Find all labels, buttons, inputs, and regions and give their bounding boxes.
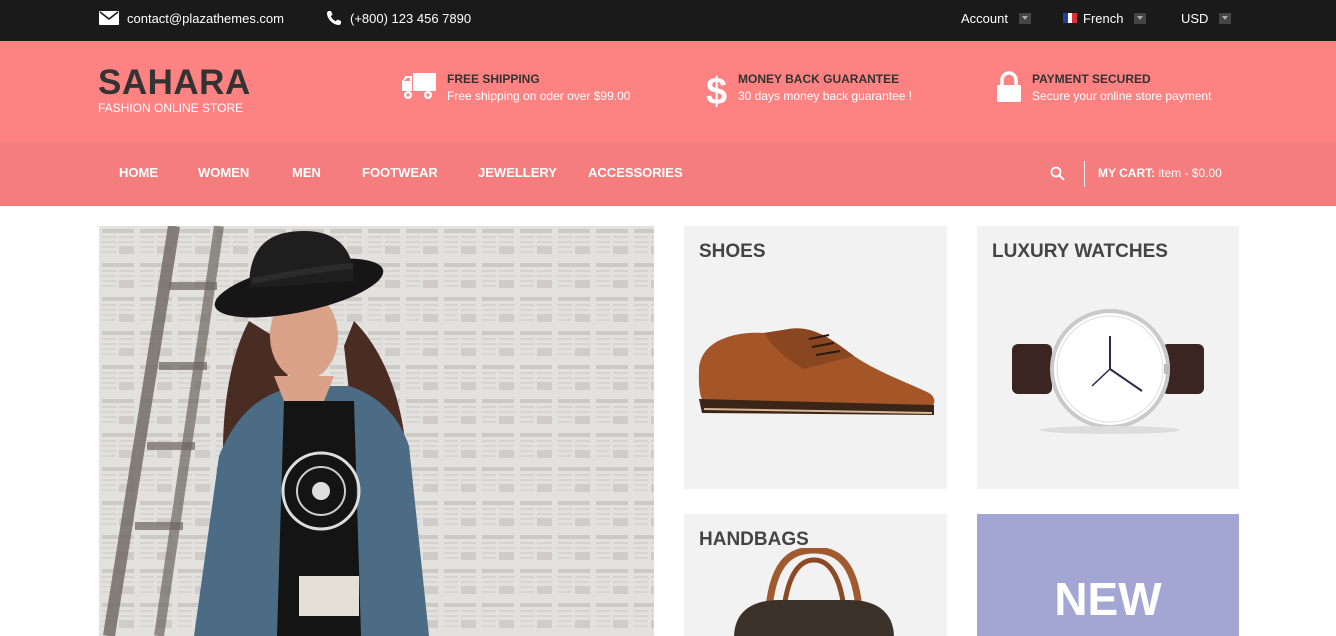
- account-label: Account: [961, 10, 1008, 26]
- feature-payment-secured: PAYMENT SECURED Secure your online store…: [996, 71, 1211, 108]
- truck-icon: [401, 71, 437, 106]
- chevron-down-icon: [1219, 12, 1232, 24]
- nav-item-footwear[interactable]: FOOTWEAR: [362, 142, 438, 206]
- category-card-luxury-watches[interactable]: LUXURY WATCHES: [977, 226, 1239, 489]
- logo-subtitle: FASHION ONLINE STORE: [98, 101, 244, 115]
- feature-money-back: $ MONEY BACK GUARANTEE 30 days money bac…: [706, 71, 912, 114]
- currency-dropdown[interactable]: USD: [1181, 0, 1232, 36]
- feature-text: Free shipping on oder over $99.00: [447, 89, 631, 103]
- account-dropdown[interactable]: Account: [961, 0, 1031, 36]
- lock-icon: [996, 71, 1022, 108]
- feature-free-shipping: FREE SHIPPING Free shipping on oder over…: [401, 71, 630, 106]
- cart-button[interactable]: MY CART: item - $0.00: [1098, 142, 1222, 206]
- svg-text:$: $: [706, 71, 727, 109]
- chevron-down-icon: [1134, 12, 1147, 24]
- search-icon[interactable]: [1050, 166, 1065, 186]
- category-title: SHOES: [699, 241, 766, 262]
- contact-phone-text: (+800) 123 456 7890: [350, 10, 472, 26]
- feature-text: 30 days money back guarantee !: [738, 89, 913, 103]
- nav-item-home[interactable]: HOME: [119, 142, 158, 206]
- feature-title: MONEY BACK GUARANTEE: [738, 72, 900, 86]
- category-title: LUXURY WATCHES: [992, 241, 1168, 262]
- nav-item-accessories[interactable]: ACCESSORIES: [588, 142, 683, 206]
- contact-phone[interactable]: (+800) 123 456 7890: [326, 0, 471, 36]
- watch-image: [1012, 306, 1212, 441]
- contact-email-text: contact@plazathemes.com: [127, 10, 284, 26]
- site-logo[interactable]: SAHARA FASHION ONLINE STORE: [98, 63, 251, 115]
- nav-item-women[interactable]: WOMEN: [198, 142, 249, 206]
- phone-icon: [326, 10, 350, 26]
- top-bar: contact@plazathemes.com (+800) 123 456 7…: [0, 0, 1336, 41]
- nav-item-men[interactable]: MEN: [292, 142, 321, 206]
- new-label: NEW: [1054, 573, 1162, 625]
- chevron-down-icon: [1018, 12, 1031, 24]
- logo-title: SAHARA: [98, 63, 251, 102]
- main-nav: HOME WOMEN MEN FOOTWEAR JEWELLERY ACCESS…: [0, 142, 1336, 206]
- envelope-icon: [99, 11, 127, 25]
- nav-item-jewellery[interactable]: JEWELLERY: [478, 142, 557, 206]
- shoe-image: [694, 321, 939, 426]
- cart-label: MY CART:: [1098, 166, 1156, 180]
- category-card-handbags[interactable]: HANDBAGS: [684, 514, 947, 636]
- language-label: French: [1083, 10, 1124, 26]
- contact-email[interactable]: contact@plazathemes.com: [99, 0, 284, 36]
- site-header: SAHARA FASHION ONLINE STORE FREE SHIPPIN…: [0, 41, 1336, 142]
- language-dropdown[interactable]: French: [1063, 0, 1147, 36]
- feature-text: Secure your online store payment: [1032, 89, 1212, 103]
- handbag-image: [724, 546, 904, 636]
- hero-banner-image[interactable]: [99, 226, 654, 636]
- category-card-shoes[interactable]: SHOES: [684, 226, 947, 489]
- nav-divider: [1084, 161, 1085, 187]
- currency-label: USD: [1181, 10, 1209, 26]
- dollar-icon: $: [706, 71, 728, 114]
- feature-title: PAYMENT SECURED: [1032, 72, 1151, 86]
- cart-value: item - $0.00: [1158, 166, 1222, 180]
- category-card-new[interactable]: NEW: [977, 514, 1239, 636]
- french-flag-icon: [1063, 13, 1078, 23]
- feature-title: FREE SHIPPING: [447, 72, 540, 86]
